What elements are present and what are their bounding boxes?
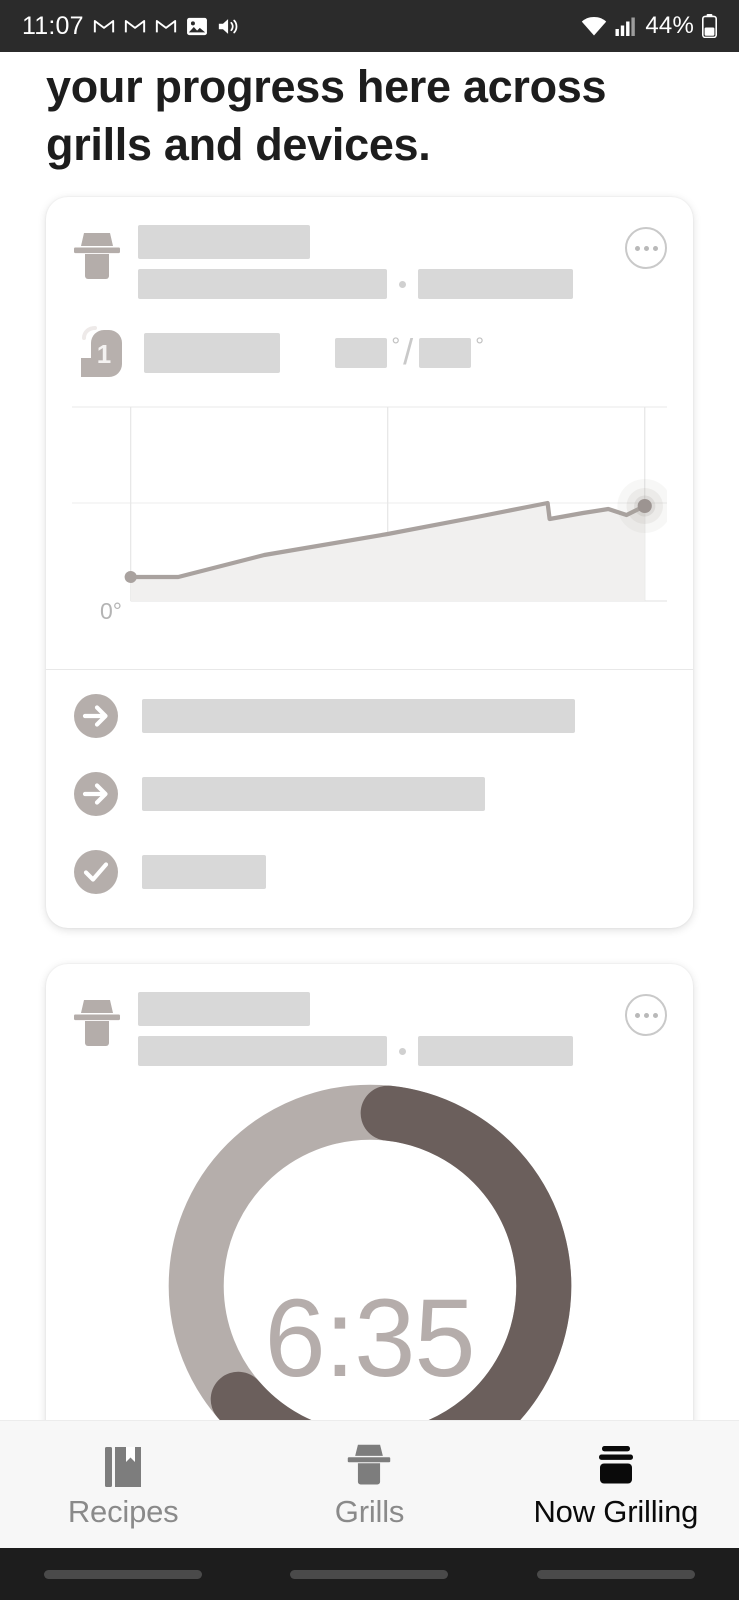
volume-icon xyxy=(217,16,241,37)
gmail-icon xyxy=(124,15,146,37)
grill-icon xyxy=(345,1440,393,1490)
timer-gauge[interactable]: 6:35 xyxy=(46,1076,693,1420)
probe-row: 1 ° / ° xyxy=(72,325,667,381)
list-item[interactable] xyxy=(72,848,667,896)
android-navigation-bar xyxy=(0,1548,739,1600)
svg-text:1: 1 xyxy=(97,339,111,369)
battery-icon xyxy=(702,14,717,38)
cellular-signal-icon xyxy=(615,16,637,37)
grill-session-card[interactable]: 1 ° / ° 0° xyxy=(46,197,693,928)
subtitle-row xyxy=(138,1036,667,1066)
chart-y-axis-zero-label: 0° xyxy=(100,598,122,624)
degree-symbol-current: ° xyxy=(391,333,401,358)
status-bar-left: 11:07 xyxy=(22,12,241,41)
card-title-row xyxy=(72,223,667,299)
dot xyxy=(652,245,658,251)
dot xyxy=(652,1012,658,1018)
probe-badge-icon: 1 xyxy=(74,325,132,381)
card-title-placeholders xyxy=(126,990,667,1066)
grill-icon xyxy=(72,990,126,1050)
timer-display: 6:35 xyxy=(264,1277,475,1400)
arrow-right-circle-icon xyxy=(72,770,120,818)
dot xyxy=(634,245,640,251)
subtitle-skeleton-right xyxy=(418,269,573,299)
title-skeleton xyxy=(138,225,310,259)
book-icon xyxy=(102,1440,144,1490)
status-bar-right: 44% xyxy=(581,12,717,40)
probe-name-skeleton xyxy=(144,333,280,373)
android-home-pill[interactable] xyxy=(290,1569,449,1579)
degree-symbol-target: ° xyxy=(475,333,484,358)
check-circle-icon xyxy=(72,848,120,896)
card-header xyxy=(46,964,693,1066)
gmail-icon xyxy=(155,15,177,37)
subtitle-separator-dot xyxy=(399,1047,406,1055)
nav-item-recipes[interactable]: Recipes xyxy=(0,1440,246,1530)
more-options-icon[interactable] xyxy=(625,994,667,1036)
list-item[interactable] xyxy=(72,770,667,818)
list-item-skeleton xyxy=(142,699,575,733)
nav-label-grills: Grills xyxy=(334,1493,405,1529)
temperature-chart[interactable]: 0° xyxy=(72,399,667,627)
dot xyxy=(643,245,649,251)
arrow-right-circle-icon xyxy=(72,692,120,740)
step-list xyxy=(46,670,693,928)
grill-icon xyxy=(72,223,126,283)
more-options-icon[interactable] xyxy=(625,227,667,269)
temp-separator: / xyxy=(403,331,414,372)
gmail-icon xyxy=(93,15,115,37)
subtitle-separator-dot xyxy=(399,280,406,288)
nav-item-grills[interactable]: Grills xyxy=(246,1440,492,1530)
subtitle-skeleton-right xyxy=(418,1036,573,1066)
page-headline: your progress here across grills and dev… xyxy=(46,61,607,170)
card-header: 1 ° / ° xyxy=(46,197,693,381)
subtitle-skeleton-left xyxy=(138,269,387,299)
status-time: 11:07 xyxy=(22,11,84,40)
card-title-placeholders xyxy=(126,223,667,299)
scroll-content[interactable]: 1 ° / ° 0° 6:35 xyxy=(0,185,739,1420)
list-item[interactable] xyxy=(72,692,667,740)
list-item-skeleton xyxy=(142,855,266,889)
temperature-readout: ° / ° xyxy=(335,331,485,375)
grill-timer-card[interactable]: 6:35 xyxy=(46,964,693,1420)
image-icon xyxy=(186,17,208,36)
android-recents-pill[interactable] xyxy=(536,1569,695,1579)
status-bar: 11:07 44% xyxy=(0,0,739,52)
dot xyxy=(634,1012,640,1018)
app-screen: 11:07 44% your progress here across gril… xyxy=(0,0,739,1600)
nav-label-recipes: Recipes xyxy=(67,1493,179,1529)
nav-label-now-grilling: Now Grilling xyxy=(533,1493,699,1529)
current-temp-skeleton xyxy=(335,338,388,368)
nav-item-now-grilling[interactable]: Now Grilling xyxy=(493,1440,739,1530)
subtitle-row xyxy=(138,269,667,299)
battery-percent-label: 44% xyxy=(645,12,694,39)
wifi-icon xyxy=(581,16,607,37)
dot xyxy=(643,1012,649,1018)
target-temp-skeleton xyxy=(419,338,472,368)
bottom-navigation: Recipes Grills Now Grilling xyxy=(0,1420,739,1548)
card-title-row xyxy=(72,990,667,1066)
list-item-skeleton xyxy=(142,777,485,811)
android-back-pill[interactable] xyxy=(44,1569,203,1579)
grill-stack-icon xyxy=(593,1440,639,1490)
subtitle-skeleton-left xyxy=(138,1036,387,1066)
title-skeleton xyxy=(138,992,310,1026)
